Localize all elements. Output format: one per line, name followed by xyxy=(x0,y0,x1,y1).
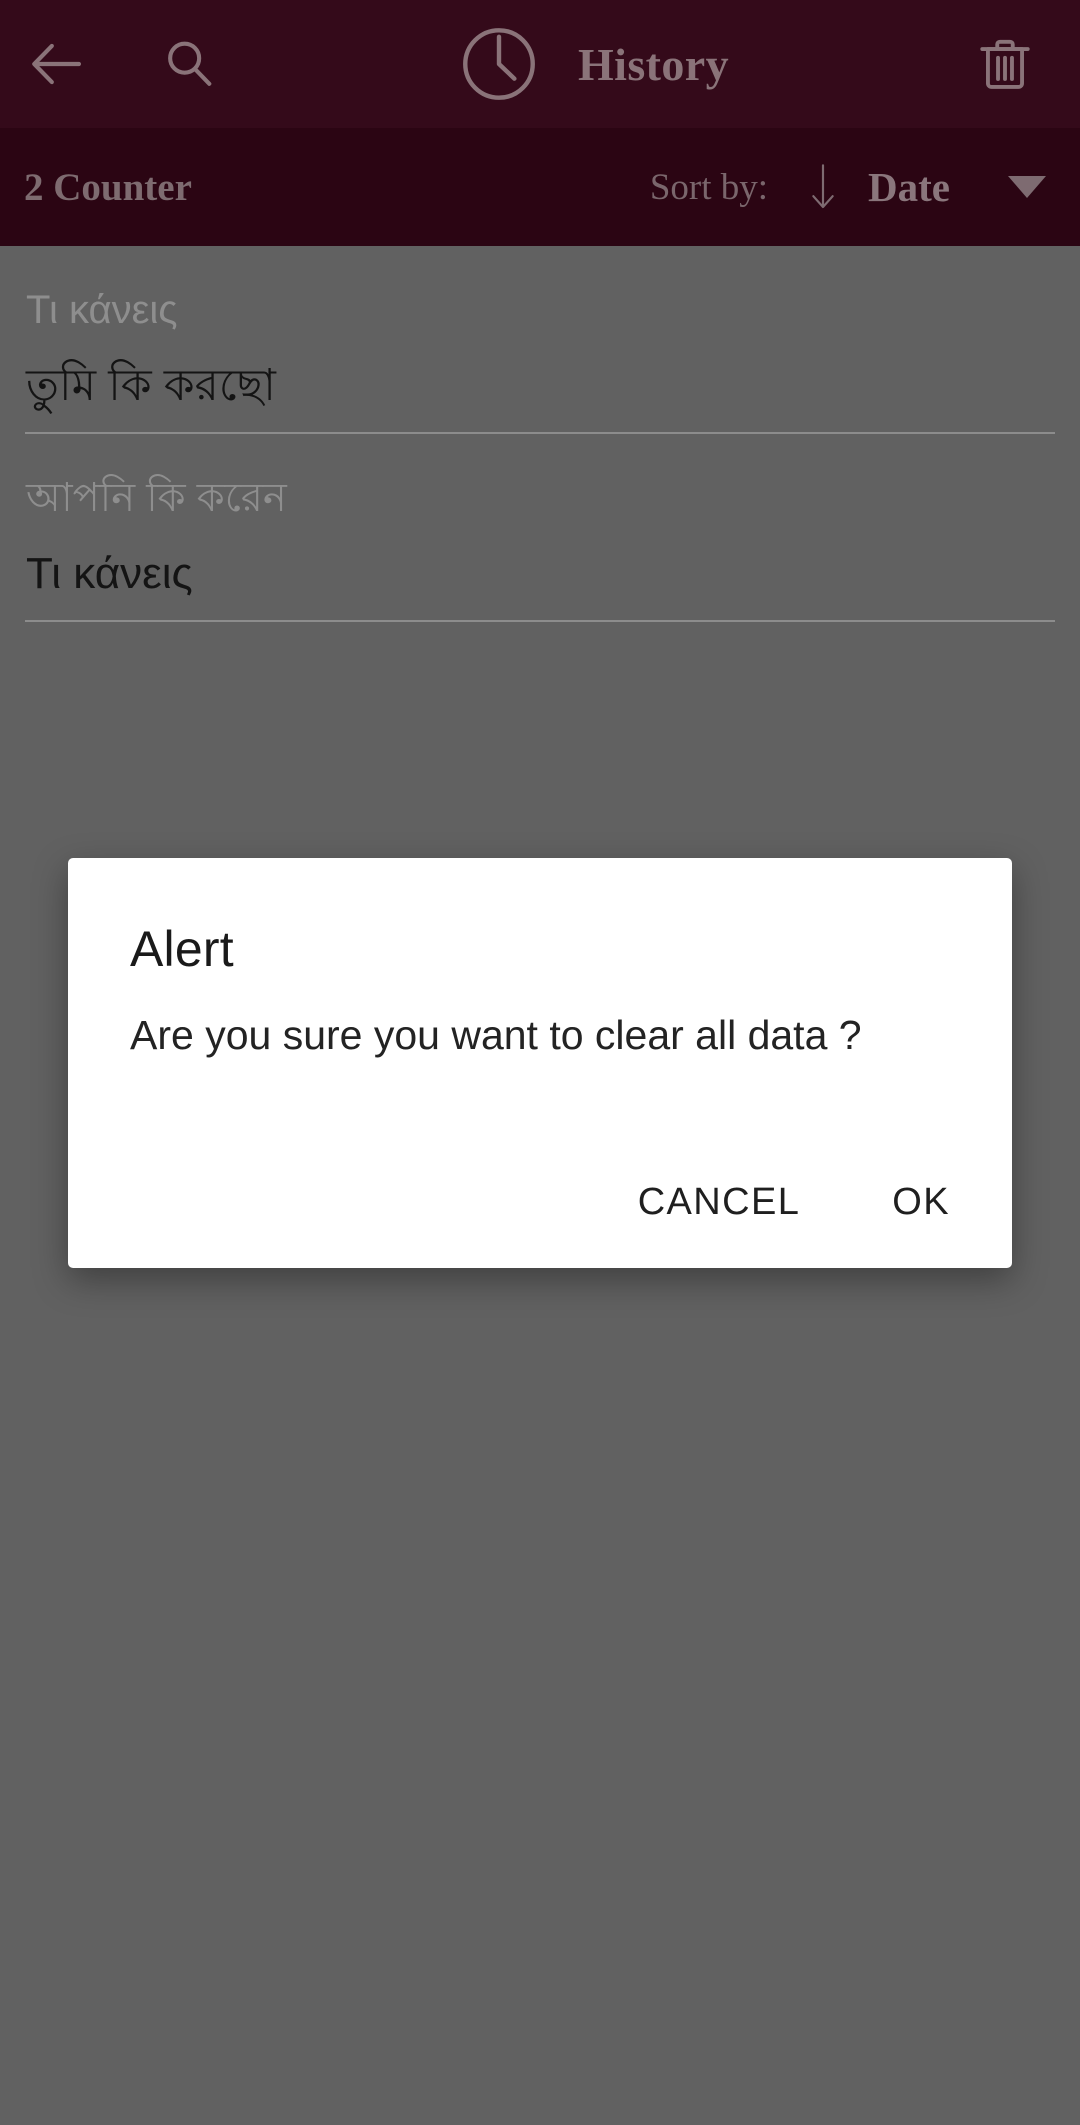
app-screen: History 2 Counter Sort by: Date Τι κάνει… xyxy=(0,0,1080,2125)
alert-dialog: Alert Are you sure you want to clear all… xyxy=(68,858,1012,1268)
ok-button[interactable]: OK xyxy=(878,1163,964,1242)
dialog-message: Are you sure you want to clear all data … xyxy=(130,1012,862,1058)
dialog-title: Alert xyxy=(130,921,234,977)
dialog-action-bar: CANCEL OK xyxy=(624,1163,964,1242)
cancel-button[interactable]: CANCEL xyxy=(624,1163,815,1242)
